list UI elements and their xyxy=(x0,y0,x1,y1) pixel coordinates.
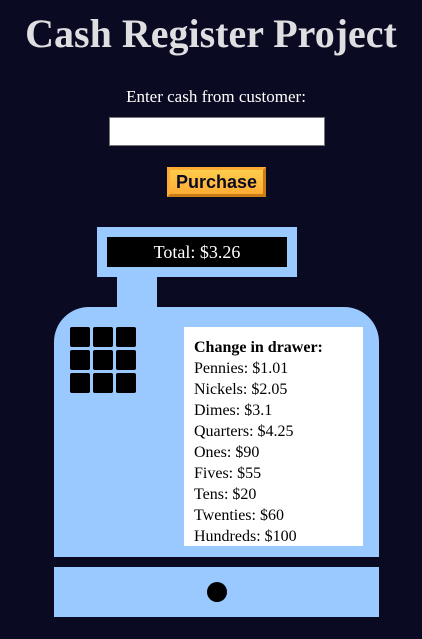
drawer-nickels: Nickels: $2.05 xyxy=(194,381,288,398)
register-neck xyxy=(117,277,157,309)
keypad-key xyxy=(116,327,136,347)
cash-input[interactable] xyxy=(109,117,325,146)
keypad-key xyxy=(70,350,90,370)
keypad-key xyxy=(93,373,113,393)
drawer-quarters: Quarters: $4.25 xyxy=(194,423,294,440)
drawer-fives: Fives: $55 xyxy=(194,465,262,482)
drawer-pennies: Pennies: $1.01 xyxy=(194,360,289,377)
register-keypad xyxy=(70,327,140,397)
change-in-drawer-panel: Change in drawer: Pennies: $1.01 Nickels… xyxy=(184,327,363,546)
cash-input-label: Enter cash from customer: xyxy=(126,87,306,106)
drawer-twenties: Twenties: $60 xyxy=(194,507,284,524)
keypad-key xyxy=(93,327,113,347)
keypad-key xyxy=(70,327,90,347)
drawer-dimes: Dimes: $3.1 xyxy=(194,402,273,419)
page-title: Cash Register Project xyxy=(25,11,397,56)
drawer-knob-icon xyxy=(207,582,227,602)
keypad-key xyxy=(93,350,113,370)
drawer-hundreds: Hundreds: $100 xyxy=(194,528,297,545)
drawer-title: Change in drawer: xyxy=(194,339,323,356)
total-display: Total: $3.26 xyxy=(107,237,287,267)
keypad-key xyxy=(116,350,136,370)
drawer-tens: Tens: $20 xyxy=(194,486,257,503)
purchase-button[interactable]: Purchase xyxy=(167,167,266,197)
keypad-key xyxy=(70,373,90,393)
drawer-ones: Ones: $90 xyxy=(194,444,260,461)
keypad-key xyxy=(116,373,136,393)
